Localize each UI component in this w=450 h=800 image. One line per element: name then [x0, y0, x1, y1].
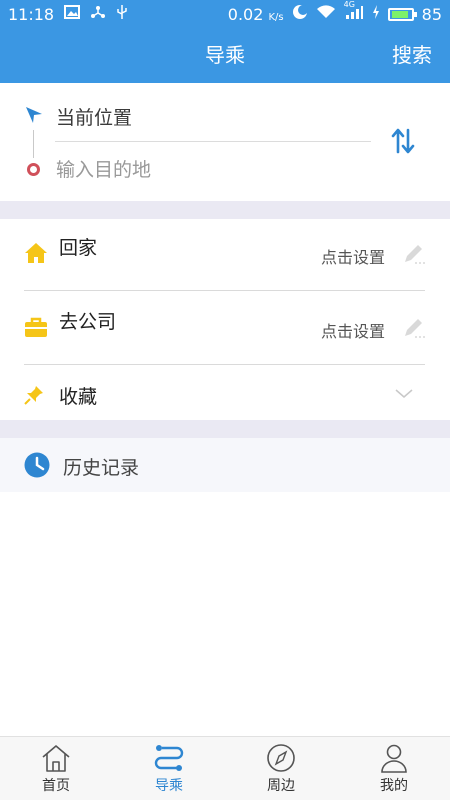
moon-icon	[292, 4, 308, 24]
status-bar-left: 11:18	[8, 4, 128, 24]
tab-home-label: 首页	[42, 778, 70, 794]
company-label: 去公司	[59, 311, 117, 333]
tab-profile[interactable]: 我的	[338, 737, 450, 800]
route-icon	[153, 743, 185, 773]
start-location-field[interactable]: 当前位置	[56, 103, 132, 130]
location-arrow-icon	[24, 105, 44, 129]
route-planner: 当前位置 输入目的地	[0, 83, 450, 201]
home-set-hint[interactable]: 点击设置	[321, 244, 385, 268]
status-bar-right: 0.02 K/s 4G 85	[228, 0, 442, 24]
tab-home[interactable]: 首页	[0, 737, 112, 800]
tab-guide[interactable]: 导乘	[113, 737, 225, 800]
tab-bar: 首页 导乘 周边 我的	[0, 736, 450, 800]
company-shortcut[interactable]: 去公司 点击设置	[0, 293, 450, 365]
briefcase-icon	[24, 315, 48, 343]
edit-icon[interactable]	[402, 315, 426, 343]
usb-icon	[116, 4, 128, 24]
page-title: 导乘	[205, 43, 245, 67]
wifi-icon	[316, 4, 336, 24]
favorites-label: 收藏	[59, 386, 98, 408]
tab-nearby-label: 周边	[267, 778, 295, 794]
row-divider	[24, 290, 425, 291]
home-icon	[40, 743, 72, 773]
tab-guide-label: 导乘	[155, 778, 183, 794]
search-button[interactable]: 搜索	[392, 28, 432, 83]
row-divider	[24, 364, 425, 365]
route-divider	[55, 141, 371, 142]
route-connector	[33, 130, 34, 158]
share-icon	[90, 5, 106, 23]
section-spacer	[0, 201, 450, 219]
tab-nearby[interactable]: 周边	[225, 737, 337, 800]
home-label: 回家	[59, 237, 98, 259]
destination-input[interactable]: 输入目的地	[56, 155, 151, 182]
pin-icon	[24, 385, 44, 409]
history-section[interactable]: 历史记录	[0, 438, 450, 492]
clock-icon	[24, 452, 50, 482]
home-shortcut[interactable]: 回家 点击设置	[0, 219, 450, 291]
history-label: 历史记录	[63, 457, 140, 479]
cellular-signal-icon: 4G	[344, 0, 364, 24]
image-icon	[64, 5, 81, 23]
status-bar: 11:18 0.02 K/s 4G 85	[0, 0, 450, 28]
shortcut-list: 回家 点击设置 去公司 点击设置 收藏	[0, 219, 450, 420]
edit-icon[interactable]	[402, 241, 426, 269]
nav-bar: 导乘 搜索	[0, 28, 450, 83]
clock: 11:18	[8, 4, 55, 24]
network-speed-unit: K/s	[268, 11, 284, 23]
company-set-hint[interactable]: 点击设置	[321, 318, 385, 342]
charging-icon	[372, 5, 380, 23]
compass-icon	[265, 743, 297, 773]
favorites-shortcut[interactable]: 收藏	[0, 367, 450, 420]
battery-level: 85	[421, 4, 442, 24]
chevron-down-icon[interactable]	[394, 385, 414, 404]
network-type: 4G	[343, 0, 355, 9]
home-icon	[24, 241, 48, 269]
network-speed: 0.02 K/s	[228, 5, 284, 24]
network-speed-value: 0.02	[227, 4, 264, 24]
destination-marker-icon	[27, 163, 40, 176]
user-icon	[378, 743, 410, 773]
swap-icon[interactable]	[390, 127, 416, 155]
tab-profile-label: 我的	[380, 778, 408, 794]
section-spacer	[0, 420, 450, 438]
battery-icon	[387, 7, 417, 21]
